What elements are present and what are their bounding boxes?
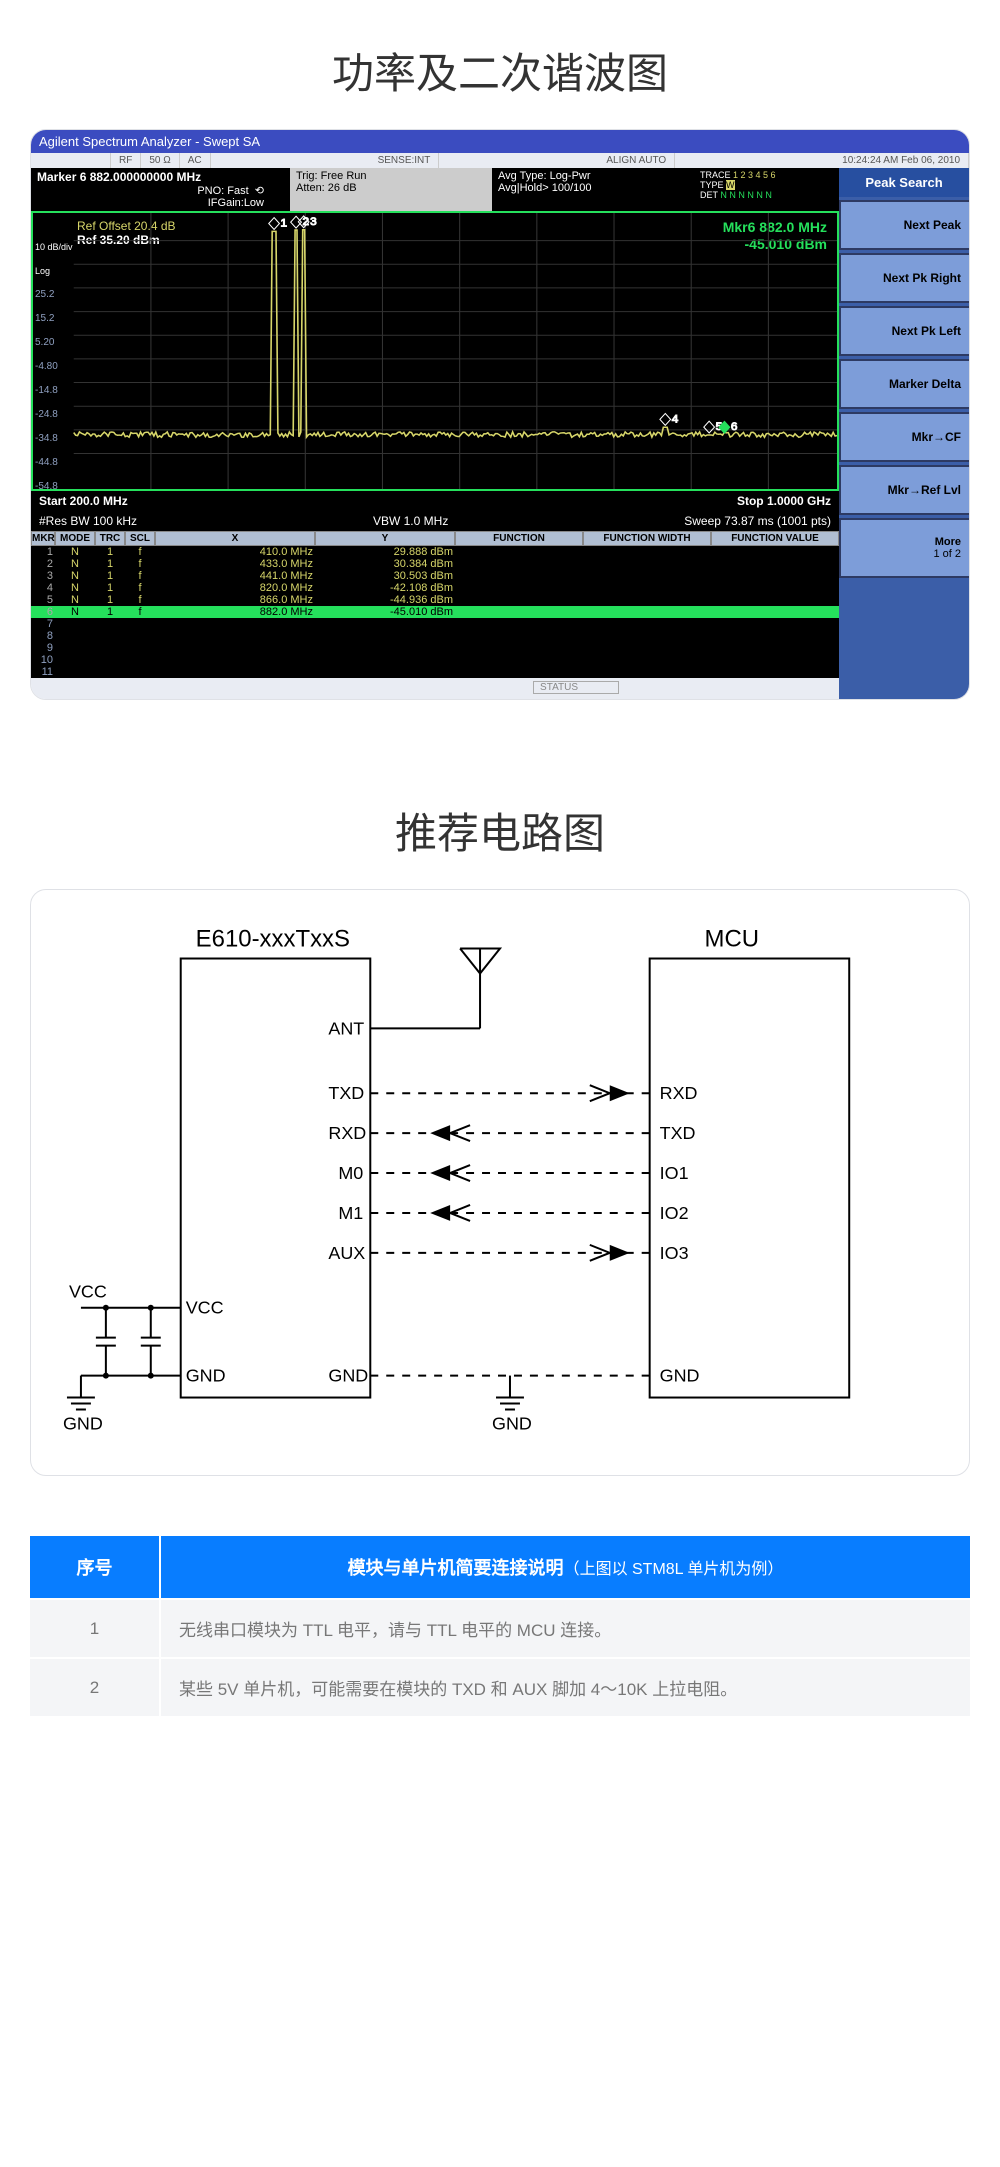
softkey-marker-delta[interactable]: Marker Delta — [839, 359, 969, 409]
connection-table: 序号 模块与单片机简要连接说明（上图以 STM8L 单片机为例） 1无线串口模块… — [30, 1536, 970, 1716]
softkey-title: Peak Search — [839, 168, 969, 197]
table-row: 4N1f820.0 MHz-42.108 dBm — [31, 582, 839, 594]
table-row: 5N1f866.0 MHz-44.936 dBm — [31, 594, 839, 606]
section1-title: 功率及二次谐波图 — [0, 0, 1000, 129]
table-row: 11 — [31, 666, 839, 678]
sa-titlebar: Agilent Spectrum Analyzer - Swept SA — [31, 130, 969, 153]
softkey-next-peak[interactable]: Next Peak — [839, 200, 969, 250]
table-row: 10 — [31, 654, 839, 666]
table-row: 6N1f882.0 MHz-45.010 dBm — [31, 606, 839, 618]
sa-infobar: Marker 6 882.000000000 MHz PNO: Fast ⟲IF… — [31, 168, 839, 211]
pin-rxd-mcu: RXD — [660, 1083, 698, 1103]
module-label: E610-xxxTxxS — [196, 926, 350, 953]
pin-aux: AUX — [328, 1243, 365, 1263]
col-desc: 模块与单片机简要连接说明（上图以 STM8L 单片机为例） — [160, 1536, 970, 1599]
gnd-label: GND — [63, 1413, 103, 1433]
col-index: 序号 — [30, 1536, 160, 1599]
svg-text:3: 3 — [310, 216, 317, 227]
pin-ant: ANT — [328, 1018, 364, 1038]
sa-table-header: MKR MODE TRC SCL X Y FUNCTION FUNCTION W… — [31, 531, 839, 546]
pin-gnd-mcu: GND — [660, 1366, 700, 1386]
softkey-more[interactable]: More1 of 2 — [839, 518, 969, 578]
softkey-next-pk-left[interactable]: Next Pk Left — [839, 306, 969, 356]
sa-bw-bar: #Res BW 100 kHzVBW 1.0 MHzSweep 73.87 ms… — [31, 511, 839, 531]
pin-gnd: GND — [186, 1366, 226, 1386]
sa-plot: Ref Offset 20.4 dBRef 35.20 dBm Mkr6 882… — [31, 211, 839, 491]
sa-softkeys: Peak Search Next Peak Next Pk Right Next… — [839, 168, 969, 699]
table-row: 1N1f410.0 MHz29.888 dBm — [31, 546, 839, 558]
pin-io1: IO1 — [660, 1163, 689, 1183]
pin-rxd: RXD — [328, 1123, 366, 1143]
circuit-diagram: E610-xxxTxxS MCU ANT TXD RXD RXD TXD M0 … — [30, 889, 970, 1476]
pin-m0: M0 — [338, 1163, 363, 1183]
table-row: 3N1f441.0 MHz30.503 dBm — [31, 570, 839, 582]
svg-text:6: 6 — [731, 422, 738, 433]
vcc-label: VCC — [69, 1282, 107, 1302]
spectrum-analyzer-screenshot: Agilent Spectrum Analyzer - Swept SA RF5… — [30, 129, 970, 700]
pin-gnd-r: GND — [328, 1366, 368, 1386]
pin-txd-mcu: TXD — [660, 1123, 696, 1143]
sa-range-bar: Start 200.0 MHzStop 1.0000 GHz — [31, 491, 839, 511]
gnd-center-label: GND — [492, 1413, 532, 1433]
softkey-next-pk-right[interactable]: Next Pk Right — [839, 253, 969, 303]
sa-statusbar: STATUS — [31, 678, 839, 699]
pin-io2: IO2 — [660, 1203, 689, 1223]
table-row: 7 — [31, 618, 839, 630]
sa-menubar: RF50 ΩAC SENSE:INT ALIGN AUTO 10:24:24 A… — [31, 153, 969, 168]
svg-text:4: 4 — [672, 414, 679, 425]
pin-txd: TXD — [328, 1083, 364, 1103]
pin-vcc: VCC — [186, 1298, 224, 1318]
softkey-mkr-reflvl[interactable]: Mkr→Ref Lvl — [839, 465, 969, 515]
pin-io3: IO3 — [660, 1243, 689, 1263]
table-row: 8 — [31, 630, 839, 642]
sa-table: 1N1f410.0 MHz29.888 dBm2N1f433.0 MHz30.3… — [31, 546, 839, 678]
table-row: 2某些 5V 单片机，可能需要在模块的 TXD 和 AUX 脚加 4～10K 上… — [30, 1658, 970, 1716]
mcu-label: MCU — [705, 926, 760, 953]
pin-m1: M1 — [338, 1203, 363, 1223]
svg-text:1: 1 — [281, 218, 288, 229]
table-row: 1无线串口模块为 TTL 电平，请与 TTL 电平的 MCU 连接。 — [30, 1599, 970, 1658]
section2-title: 推荐电路图 — [0, 760, 1000, 889]
table-row: 9 — [31, 642, 839, 654]
softkey-mkr-cf[interactable]: Mkr→CF — [839, 412, 969, 462]
table-row: 2N1f433.0 MHz30.384 dBm — [31, 558, 839, 570]
